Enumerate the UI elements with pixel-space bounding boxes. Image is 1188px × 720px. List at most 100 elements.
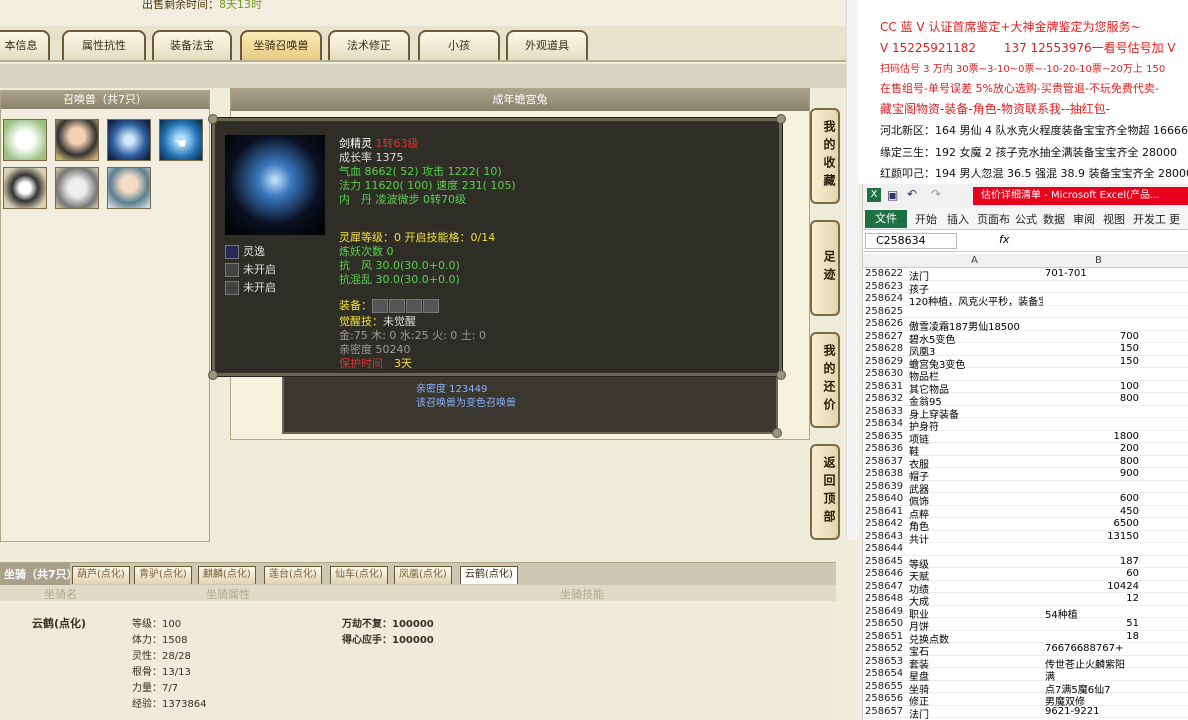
mount-tab[interactable]: 莲台(点化) [264,566,322,584]
table-row[interactable]: 258627 碧水5变色 700 [863,331,1188,346]
pet-spirit[interactable] [107,119,151,161]
table-row[interactable]: 258636 鞋 200 [863,443,1188,458]
tab-attributes[interactable]: 属性抗性 [62,30,146,60]
back-to-top-button[interactable]: 返回顶部 [810,444,840,540]
cell-b[interactable]: 12 [1045,593,1139,604]
name-box[interactable]: C258634 [865,233,957,249]
cell-a[interactable]: 法门 [909,706,1043,720]
save-icon[interactable]: ▣ [887,188,898,202]
table-row[interactable]: 258645 等级 187 [863,556,1188,571]
table-row[interactable]: 258633 身上穿装备 [863,406,1188,421]
mount-tab[interactable]: 凤凰(点化) [394,566,452,584]
tab-basic-info[interactable]: 本信息 [0,30,50,60]
table-row[interactable]: 258640 佩饰 600 [863,493,1188,508]
cell-b[interactable]: 100 [1045,381,1139,392]
table-row[interactable]: 258623 孩子 [863,281,1188,296]
mount-tab-active[interactable]: 云鹤(点化) [460,566,518,584]
table-row[interactable]: 258648 大成 12 [863,593,1188,608]
table-row[interactable]: 258638 帽子 900 [863,468,1188,483]
cell-b[interactable]: 6500 [1045,518,1139,529]
ribbon-tab[interactable]: 页面布 [977,211,1010,227]
cell-b[interactable]: 76676688767+ [1045,643,1139,654]
pet-rabbit[interactable] [3,119,47,161]
table-row[interactable]: 258647 功绩 10424 [863,581,1188,596]
tab-mounts-summons[interactable]: 坐骑召唤兽 [240,30,322,60]
cell-b[interactable]: 900 [1045,468,1139,479]
ribbon-tab[interactable]: 开始 [915,211,937,227]
my-offers-button[interactable]: 我的还价 [810,332,840,428]
table-row[interactable]: 258632 金翁95 800 [863,393,1188,408]
table-row[interactable]: 258626 傲雪凌霜187男仙18500 [863,318,1188,333]
cell-b[interactable]: 600 [1045,493,1139,504]
table-row[interactable]: 258624120种植，风克火平秒，装备宝宝齐全，价格合适 [863,293,1188,308]
page-scrollbar[interactable] [846,0,858,540]
cell-b[interactable]: 450 [1045,506,1139,517]
cell-b[interactable]: 18 [1045,631,1139,642]
tab-child[interactable]: 小孩 [418,30,500,60]
table-row[interactable]: 258634 护身符 [863,418,1188,433]
cell-b[interactable]: 800 [1045,393,1139,404]
ribbon-tab[interactable]: 数据 [1043,211,1065,227]
ribbon-tab[interactable]: 视图 [1103,211,1125,227]
pet-girl[interactable] [55,119,99,161]
my-favorites-button[interactable]: 我的收藏 [810,108,840,204]
mount-tab[interactable]: 麒麟(点化) [198,566,256,584]
tab-equipment[interactable]: 装备法宝 [152,30,232,60]
table-row[interactable]: 258654 星盘满 [863,668,1188,683]
column-a[interactable]: A [971,255,978,266]
mount-tab[interactable]: 青驴(点化) [134,566,192,584]
tab-spells[interactable]: 法术修正 [328,30,410,60]
table-row[interactable]: 258639 武器 [863,481,1188,496]
undo-icon[interactable]: ↶ [907,187,917,201]
cell-b[interactable]: 51 [1045,618,1139,629]
cell-b[interactable]: 701-701 [1045,268,1139,279]
ribbon-tab[interactable]: 审阅 [1073,211,1095,227]
fx-icon[interactable]: fx [999,233,1009,246]
table-row[interactable]: 258644 [863,543,1188,556]
table-row[interactable]: 258622 法门 701-701 [863,268,1188,283]
cell-b[interactable]: 9621-9221 [1045,706,1139,717]
pet-maiden[interactable] [107,167,151,209]
cell-b[interactable]: 187 [1045,556,1139,567]
cell-b[interactable]: 200 [1045,443,1139,454]
pet-sword-spirit[interactable]: ☚ [159,119,203,161]
table-row[interactable]: 258628 凤凰3 150 [863,343,1188,358]
pet-elder[interactable] [55,167,99,209]
mount-tab[interactable]: 仙车(点化) [330,566,388,584]
table-row[interactable]: 258642 角色 6500 [863,518,1188,533]
footprint-button[interactable]: 足迹 [810,220,840,316]
file-tab[interactable]: 文件 [865,210,907,228]
column-b[interactable]: B [1095,255,1102,266]
table-row[interactable]: 258655 坐骑 点7满5魔6仙7 [863,681,1188,696]
cell-b[interactable]: 60 [1045,568,1139,579]
table-row[interactable]: 258649 职业 54种植 [863,606,1188,621]
table-row[interactable]: 258635 项链 1800 [863,431,1188,446]
ribbon-tab[interactable]: 开发工 [1133,211,1166,227]
table-row[interactable]: 258643 共计 13150 [863,531,1188,546]
cell-b[interactable]: 13150 [1045,531,1139,542]
table-row[interactable]: 258651 兑换点数 18 [863,631,1188,646]
mount-tab[interactable]: 葫芦(点化) [72,566,130,584]
redo-icon[interactable]: ↷ [931,187,941,201]
cell-b[interactable]: 150 [1045,356,1139,367]
ribbon-tab[interactable]: 公式 [1015,211,1037,227]
cell-b[interactable]: 1800 [1045,431,1139,442]
table-row[interactable]: 258625 [863,306,1188,318]
cell-b[interactable]: 800 [1045,456,1139,467]
table-row[interactable]: 258657 法门 9621-9221 [863,706,1188,720]
cell-b[interactable]: 10424 [1045,581,1139,592]
table-row[interactable]: 258631 其它物品 100 [863,381,1188,396]
table-row[interactable]: 258652 宝石 76676688767+ [863,643,1188,658]
table-row[interactable]: 258653 套装 传世苍止火麟紫阳 [863,656,1188,671]
table-row[interactable]: 258637 衣服 800 [863,456,1188,471]
cell-b[interactable]: 700 [1045,331,1139,342]
cell-b[interactable]: 150 [1045,343,1139,354]
table-row[interactable]: 258641 点粹 450 [863,506,1188,521]
pet-panda[interactable] [3,167,47,209]
table-row[interactable]: 258629 蟾宫兔3变色 150 [863,356,1188,371]
table-row[interactable]: 258646 天赋 60 [863,568,1188,583]
tab-appearance[interactable]: 外观道具 [506,30,588,60]
table-row[interactable]: 258656 修正 男魔双修 [863,693,1188,708]
table-row[interactable]: 258650 月饼 51 [863,618,1188,633]
ribbon-tab[interactable]: 插入 [947,211,969,227]
